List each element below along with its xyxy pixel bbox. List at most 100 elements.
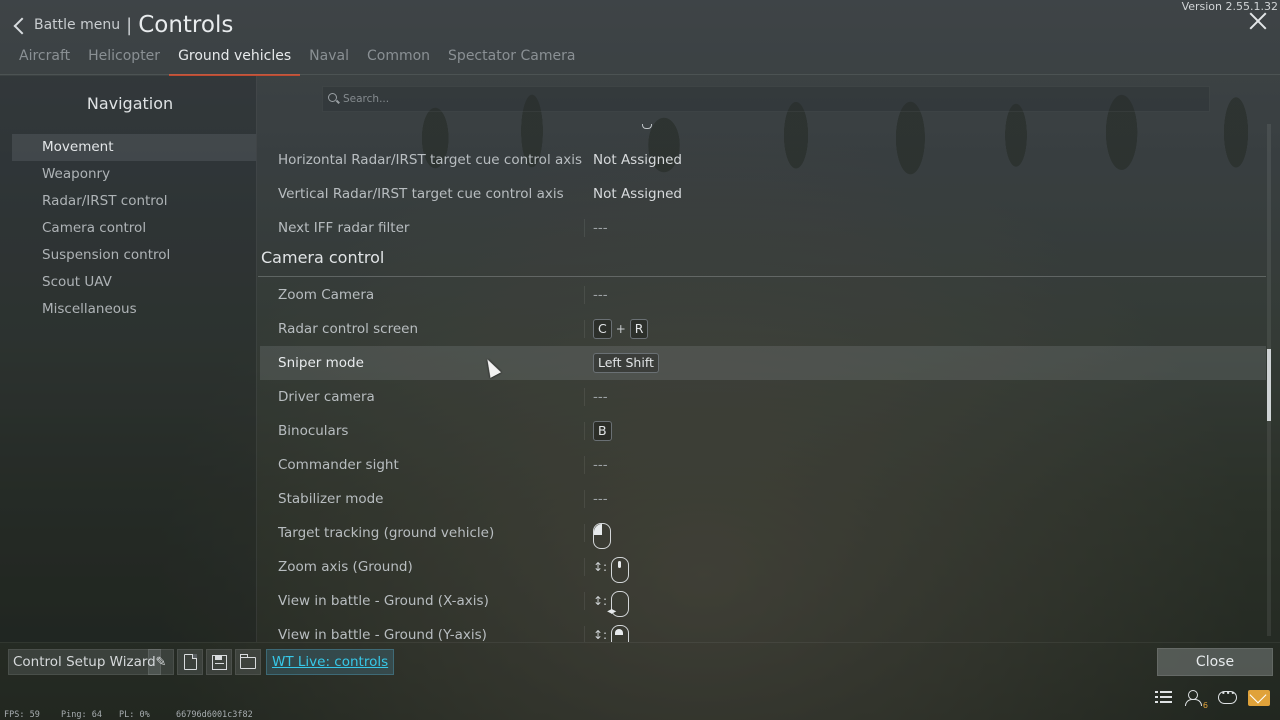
section-header-camera-control: Camera control [258,246,1266,277]
ping-counter: Ping: 64 [61,710,102,720]
control-row[interactable]: Radar control screen C + R [260,312,1266,346]
control-row[interactable]: Target tracking (ground vehicle) [260,516,1266,550]
control-setup-wizard-button[interactable]: Control Setup Wizard [8,649,161,675]
column-divider [584,320,585,338]
sidebar-item-movement[interactable]: Movement [12,134,256,161]
tab-aircraft[interactable]: Aircraft [10,44,79,74]
column-divider [584,422,585,440]
control-label: Horizontal Radar/IRST target cue control… [278,152,583,168]
control-row[interactable]: Vertical Radar/IRST target cue control a… [260,177,1266,211]
column-divider [584,490,585,508]
sidebar-item-scout-uav[interactable]: Scout UAV [12,269,256,296]
control-binding: --- [593,389,608,405]
control-label: Binoculars [278,423,349,439]
control-row[interactable]: Stabilizer mode --- [260,482,1266,516]
wheel-settings-button[interactable]: ✎ [148,649,174,675]
scrollbar[interactable] [1267,124,1271,636]
close-icon[interactable] [1248,10,1268,32]
key-cap: B [593,421,612,441]
mail-icon[interactable] [1248,690,1270,706]
open-preset-icon [240,654,256,669]
control-row[interactable]: Zoom axis (Ground) ↕: [260,550,1266,584]
key-plus: + [615,322,626,336]
control-label: View in battle - Ground (X-axis) [278,593,489,609]
control-binding: --- [593,220,608,236]
search-box[interactable] [322,86,1210,112]
scrollbar-thumb[interactable] [1267,349,1271,421]
wheel-settings-icon: ✎ [155,654,167,670]
control-row[interactable]: Horizontal Radar/IRST target cue control… [260,143,1266,177]
control-row[interactable]: View in battle - Ground (Y-axis) ↕: [260,618,1266,642]
sidebar-item-miscellaneous[interactable]: Miscellaneous [12,296,256,323]
control-binding: ↕: [593,618,630,642]
save-preset-button[interactable] [206,649,232,675]
packet-loss-counter: PL: 0% [119,710,150,720]
control-label: Radar control screen [278,321,419,337]
column-divider [584,388,585,406]
control-binding: C + R [593,312,649,346]
control-row[interactable]: Binoculars B [260,414,1266,448]
control-binding: --- [593,457,608,473]
sidebar-item-camera-control[interactable]: Camera control [12,215,256,242]
back-button[interactable]: Battle menu | Controls [13,12,234,38]
tab-naval[interactable]: Naval [300,44,358,74]
tab-common[interactable]: Common [358,44,439,74]
control-row[interactable]: Commander sight --- [260,448,1266,482]
control-row[interactable]: Driver camera --- [260,380,1266,414]
list-icon[interactable] [1152,688,1176,708]
control-row[interactable]: Next IFF radar filter --- [260,211,1266,245]
mouse-x-axis-icon [607,590,630,629]
sidebar-item-suspension-control[interactable]: Suspension control [12,242,256,269]
search-input[interactable] [341,89,1205,109]
sidebar-item-weaponry[interactable]: Weaponry [12,161,256,188]
section-title: Camera control [261,248,385,267]
tab-bar: Aircraft Helicopter Ground vehicles Nava… [10,44,584,76]
control-binding: Not Assigned [593,186,682,202]
wt-live-controls-link[interactable]: WT Live: controls [266,649,395,675]
tabs-divider [0,74,1280,75]
control-binding: ↕: [593,550,630,584]
control-row-selected[interactable]: Sniper mode Left Shift [260,346,1266,380]
tab-ground-vehicles[interactable]: Ground vehicles [169,44,301,76]
control-label: Commander sight [278,457,399,473]
sidebar-item-radar-irst-control[interactable]: Radar/IRST control [12,188,256,215]
control-label: Target tracking (ground vehicle) [278,525,495,541]
control-label: View in battle - Ground (Y-axis) [278,627,487,642]
mouse-y-axis-icon [611,624,630,642]
mouse-wheel-icon [611,556,630,583]
open-preset-button[interactable] [235,649,261,675]
key-cap: C [593,319,612,339]
control-label: Zoom axis (Ground) [278,559,413,575]
column-divider [584,219,585,237]
control-row[interactable]: Zoom Camera --- [260,278,1266,312]
control-label: Next IFF radar filter [278,220,410,236]
control-row[interactable]: View in battle - Ground (X-axis) ↕: [260,584,1266,629]
chat-icon[interactable] [1216,688,1240,708]
control-label: Stabilizer mode [278,491,384,507]
axis-prefix: ↕: [593,628,608,642]
tab-helicopter[interactable]: Helicopter [79,44,169,74]
close-button[interactable]: Close [1157,648,1273,676]
new-preset-icon [183,654,197,670]
mouse-left-button-icon [593,522,611,549]
column-divider [584,558,585,576]
column-divider [584,626,585,642]
system-tray: 6 [1144,688,1270,710]
friends-icon[interactable]: 6 [1184,688,1208,710]
bottom-toolbar: Control Setup Wizard ✎ WT Live: controls… [0,642,1280,677]
session-id: 66796d6001c3f82 [176,710,253,720]
control-binding: B [593,414,612,448]
tab-spectator-camera[interactable]: Spectator Camera [439,44,584,74]
page-title: Controls [138,12,234,38]
control-binding [593,516,611,550]
control-label: Sniper mode [278,355,364,371]
axis-prefix: ↕: [593,594,608,608]
save-preset-icon [211,654,227,670]
new-preset-button[interactable] [177,649,203,675]
control-binding: Left Shift [593,346,659,380]
control-label: Zoom Camera [278,287,375,303]
controls-list: Horizontal Radar/IRST target cue control… [258,124,1266,642]
header: Battle menu | Controls Version 2.55.1.32… [0,0,1280,76]
friends-count-badge: 6 [1202,701,1208,710]
column-divider [584,592,585,610]
